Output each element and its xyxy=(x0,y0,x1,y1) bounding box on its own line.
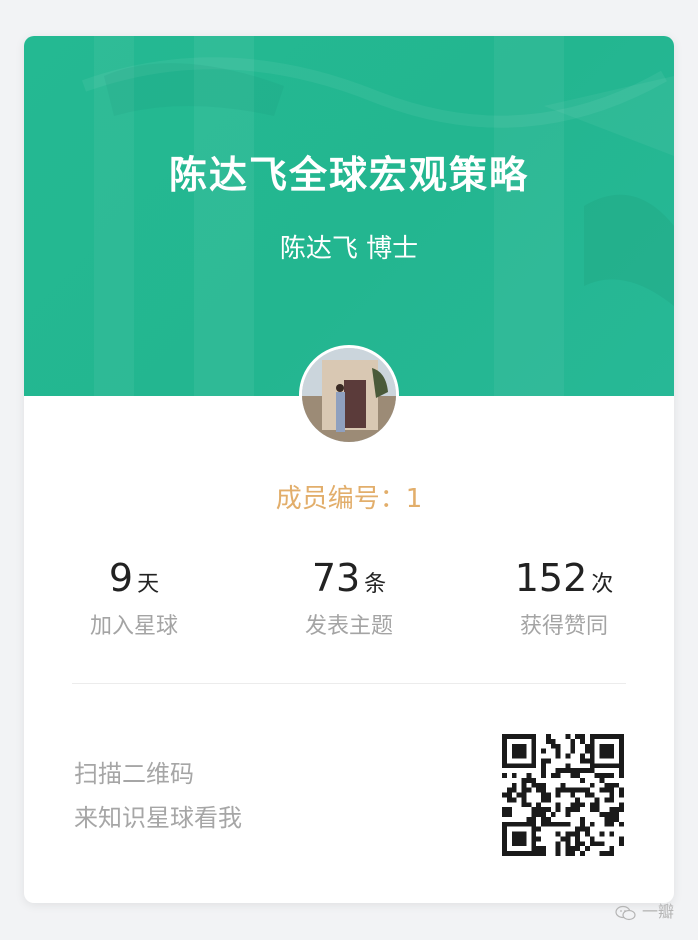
header-banner: 陈达飞全球宏观策略 陈达飞 博士 xyxy=(24,36,674,396)
stat-label: 加入星球 xyxy=(89,614,178,639)
member-number: 成员编号：1 xyxy=(275,484,423,514)
divider xyxy=(72,683,626,684)
stat-likes-received: 152 次 获得赞同 xyxy=(454,556,674,640)
stat-days-joined: 9天 加入星球 xyxy=(24,556,244,640)
stat-label: 发表主题 xyxy=(304,614,393,639)
watermark-text: 一瓣 xyxy=(641,902,674,921)
planet-title: 陈达飞全球宏观策略 xyxy=(168,153,529,197)
scan-line-2: 来知识星球看我 xyxy=(74,804,242,832)
wechat-icon xyxy=(615,905,636,920)
qr-code[interactable] xyxy=(502,734,624,856)
scan-instructions: 扫描二维码 来知识星球看我 xyxy=(74,752,242,840)
stats-row: 9天 加入星球 73 条 发表主题 152 次 获得赞同 xyxy=(24,556,674,656)
profile-card: 陈达飞全球宏观策略 陈达飞 博士 成员编号：1 9天 加入星球 73 条 发表主题 xyxy=(24,36,674,903)
scan-line-1: 扫描二维码 xyxy=(74,760,194,788)
source-watermark: 一瓣 xyxy=(615,898,674,922)
banner-background-image xyxy=(81,36,674,396)
stat-value: 152 xyxy=(514,556,588,600)
stat-unit: 条 xyxy=(364,572,387,597)
stat-label: 获得赞同 xyxy=(519,614,608,639)
stat-unit: 次 xyxy=(591,572,614,597)
stat-value: 73 xyxy=(311,556,361,600)
avatar[interactable] xyxy=(299,345,399,445)
author-name: 陈达飞 博士 xyxy=(279,234,419,264)
stat-topics-posted: 73 条 发表主题 xyxy=(239,556,459,640)
stat-value: 9 xyxy=(108,556,134,600)
stat-unit: 天 xyxy=(137,572,160,597)
